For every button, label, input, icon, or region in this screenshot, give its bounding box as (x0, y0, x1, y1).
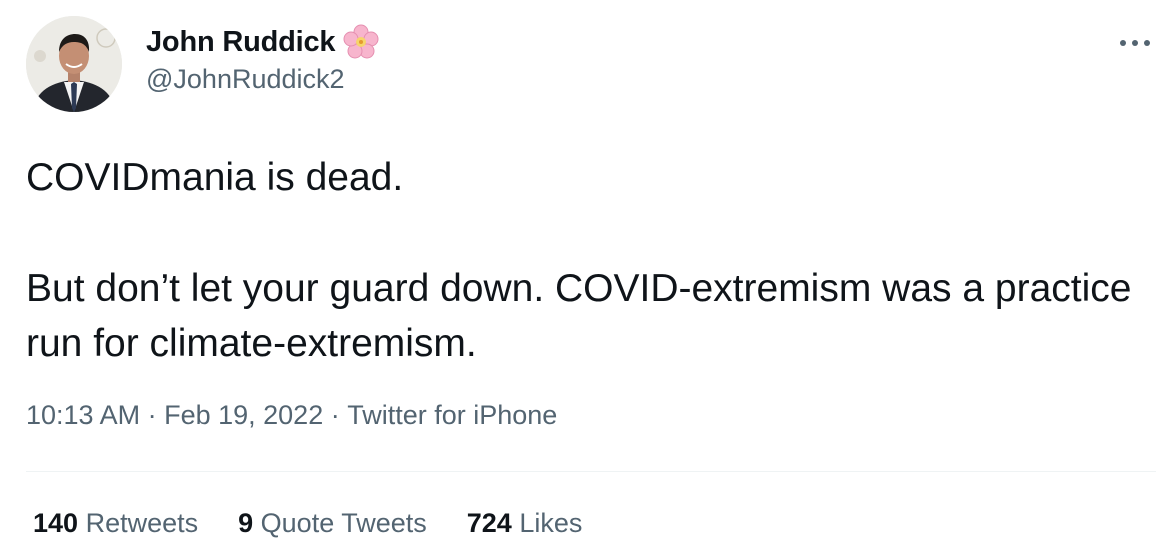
retweets-label: Retweets (78, 508, 199, 538)
tweet-source[interactable]: Twitter for iPhone (347, 400, 557, 431)
quote-tweets-count: 9 (238, 508, 254, 538)
cherry-blossom-icon (343, 24, 379, 60)
tweet-date[interactable]: Feb 19, 2022 (164, 400, 323, 431)
avatar[interactable] (26, 16, 122, 112)
meta-separator: · (140, 400, 165, 430)
more-dots-icon (1120, 40, 1150, 46)
tweet-text: COVIDmania is dead. But don’t let your g… (26, 150, 1166, 371)
tweet-metadata: 10:13 AM · Feb 19, 2022 · Twitter for iP… (26, 400, 557, 431)
likes-stat[interactable]: 724 Likes (467, 508, 583, 539)
likes-count: 724 (466, 508, 512, 538)
meta-separator: · (323, 400, 348, 430)
author-name-row[interactable]: John Ruddick (146, 22, 379, 62)
likes-label: Likes (511, 508, 583, 538)
divider (26, 471, 1156, 472)
retweets-stat[interactable]: 140 Retweets (33, 508, 198, 539)
tweet-paragraph: COVIDmania is dead. (26, 156, 404, 199)
avatar-photo (26, 16, 122, 112)
display-name[interactable]: John Ruddick (146, 26, 336, 59)
retweets-count: 140 (33, 508, 79, 538)
quote-tweets-label: Quote Tweets (253, 508, 427, 538)
more-options-button[interactable] (1112, 28, 1158, 58)
tweet-time[interactable]: 10:13 AM (26, 400, 140, 431)
user-handle[interactable]: @JohnRuddick2 (146, 64, 345, 95)
quote-tweets-stat[interactable]: 9 Quote Tweets (238, 508, 427, 539)
engagement-stats: 140 Retweets 9 Quote Tweets 724 Likes (33, 508, 622, 539)
tweet-detail: John Ruddick @JohnRuddick2 COVIDmania is… (0, 0, 1172, 550)
tweet-paragraph: But don’t let your guard down. COVID-ext… (26, 267, 1143, 365)
